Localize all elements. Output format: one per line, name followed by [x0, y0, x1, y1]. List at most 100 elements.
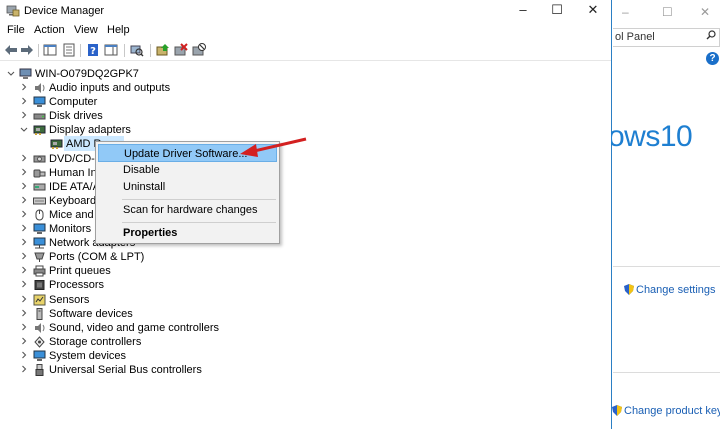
tree-item-label: Ports (COM & LPT)	[49, 251, 145, 264]
title-bar[interactable]: Device Manager – ☐ ✕	[0, 0, 611, 22]
chevron-right-icon[interactable]	[20, 321, 30, 333]
menu-file[interactable]: File	[7, 24, 25, 36]
sensor-icon	[33, 294, 46, 306]
tree-item-label: System devices	[49, 349, 127, 362]
chevron-right-icon[interactable]	[20, 194, 30, 206]
change-product-key-link[interactable]: Change product key	[612, 405, 720, 417]
minimize-button[interactable]: –	[508, 2, 538, 17]
monitor-icon	[33, 350, 46, 362]
change-settings-link[interactable]: Change settings	[624, 284, 716, 296]
back-arrow-icon[interactable]	[4, 43, 18, 57]
network-icon	[33, 237, 46, 249]
background-window-controls: – ☐ ✕	[612, 2, 720, 22]
chevron-right-icon[interactable]	[20, 152, 30, 164]
display-adapter-icon	[33, 124, 46, 136]
speaker-icon	[33, 82, 46, 94]
tree-item-label: Keyboards	[49, 194, 102, 207]
chevron-right-icon[interactable]	[20, 222, 30, 234]
chevron-right-icon[interactable]	[20, 208, 30, 220]
divider	[613, 372, 720, 373]
ide-icon	[33, 181, 46, 193]
tree-item-label: Computer	[49, 96, 98, 109]
mouse-icon	[33, 209, 46, 221]
scan-hardware-icon[interactable]	[130, 43, 144, 57]
tree-item-label: Display adapters	[49, 124, 131, 137]
menu-separator	[122, 222, 276, 223]
monitor-icon	[33, 223, 46, 235]
printer-icon	[33, 265, 46, 277]
search-icon	[706, 30, 716, 40]
chevron-right-icon[interactable]	[20, 109, 30, 121]
chevron-right-icon[interactable]	[20, 293, 30, 305]
help-book-icon[interactable]: ?	[86, 43, 100, 57]
chevron-right-icon[interactable]	[20, 278, 30, 290]
disable-device-icon[interactable]	[192, 43, 206, 57]
maximize-button[interactable]: ☐	[542, 2, 572, 18]
tree-item-label: Human Int	[49, 166, 100, 179]
keyboard-icon	[33, 195, 46, 207]
software-device-icon	[33, 307, 46, 320]
menu-help[interactable]: Help	[107, 24, 130, 36]
chevron-right-icon[interactable]	[20, 363, 30, 375]
tree-item-label: Storage controllers	[49, 335, 142, 348]
speaker-icon	[33, 322, 46, 334]
toolbar-separator	[124, 44, 125, 57]
chevron-right-icon[interactable]	[20, 250, 30, 262]
forward-arrow-icon[interactable]	[20, 43, 34, 57]
search-field-text: ol Panel	[615, 31, 655, 43]
display-adapter-icon	[50, 138, 63, 150]
menu-action[interactable]: Action	[34, 24, 65, 36]
toolbar: ?	[0, 41, 611, 61]
device-manager-icon	[6, 5, 20, 17]
help-icon[interactable]: ?	[706, 52, 719, 65]
device-manager-window: Device Manager – ☐ ✕ File Action View He…	[0, 0, 611, 429]
menu-item-uninstall[interactable]: Uninstall	[98, 178, 277, 196]
control-panel-search-field[interactable]: ol Panel	[613, 28, 720, 47]
processor-icon	[33, 279, 46, 291]
annotation-arrow-icon	[240, 137, 307, 157]
chevron-right-icon[interactable]	[20, 95, 30, 107]
toolbar-separator	[38, 44, 39, 57]
toolbar-separator	[80, 44, 81, 57]
action-pane-icon[interactable]	[104, 43, 118, 57]
uninstall-device-icon[interactable]	[174, 43, 188, 57]
properties-sheet-icon[interactable]	[62, 43, 76, 57]
chevron-right-icon[interactable]	[20, 180, 30, 192]
window-title: Device Manager	[24, 5, 105, 17]
chevron-down-icon[interactable]	[20, 123, 30, 135]
menu-item-scan-hardware[interactable]: Scan for hardware changes	[98, 201, 277, 219]
chevron-right-icon[interactable]	[20, 264, 30, 276]
bg-maximize-button[interactable]: ☐	[662, 5, 673, 19]
menu-item-disable[interactable]: Disable	[98, 161, 277, 179]
chevron-right-icon[interactable]	[20, 236, 30, 248]
close-button[interactable]: ✕	[578, 2, 608, 18]
chevron-right-icon[interactable]	[20, 349, 30, 361]
chevron-right-icon[interactable]	[20, 307, 30, 319]
bg-close-button[interactable]: ✕	[700, 5, 710, 19]
tree-item-label: Software devices	[49, 307, 133, 320]
uac-shield-icon	[624, 284, 634, 295]
chevron-down-icon[interactable]	[7, 67, 17, 79]
control-panel-window: – ☐ ✕ ol Panel ? ows10 Change settings C…	[608, 0, 720, 429]
bg-minimize-button[interactable]: –	[622, 5, 629, 19]
chevron-right-icon[interactable]	[20, 166, 30, 178]
toolbar-separator	[150, 44, 151, 57]
menu-view[interactable]: View	[74, 24, 98, 36]
port-icon	[33, 251, 46, 263]
tree-item-label: Processors	[49, 279, 105, 292]
dvd-icon	[33, 153, 46, 165]
tree-item-label: Sound, video and game controllers	[49, 321, 219, 334]
usb-icon	[33, 364, 46, 376]
chevron-right-icon[interactable]	[20, 335, 30, 347]
tree-item-label: Monitors	[49, 223, 92, 235]
tree-root-label: WIN-O079DQ2GPK7	[35, 68, 139, 80]
tree-item-label: Sensors	[49, 293, 90, 306]
tree-item-label: Disk drives	[49, 110, 103, 123]
computer-root-icon	[19, 68, 32, 80]
show-hide-console-tree-icon[interactable]	[43, 43, 57, 57]
chevron-right-icon[interactable]	[20, 81, 30, 93]
update-driver-icon[interactable]	[156, 43, 170, 57]
windows-10-logo-text: ows10	[608, 120, 693, 153]
menu-item-properties[interactable]: Properties	[98, 224, 277, 242]
monitor-icon	[33, 96, 46, 108]
